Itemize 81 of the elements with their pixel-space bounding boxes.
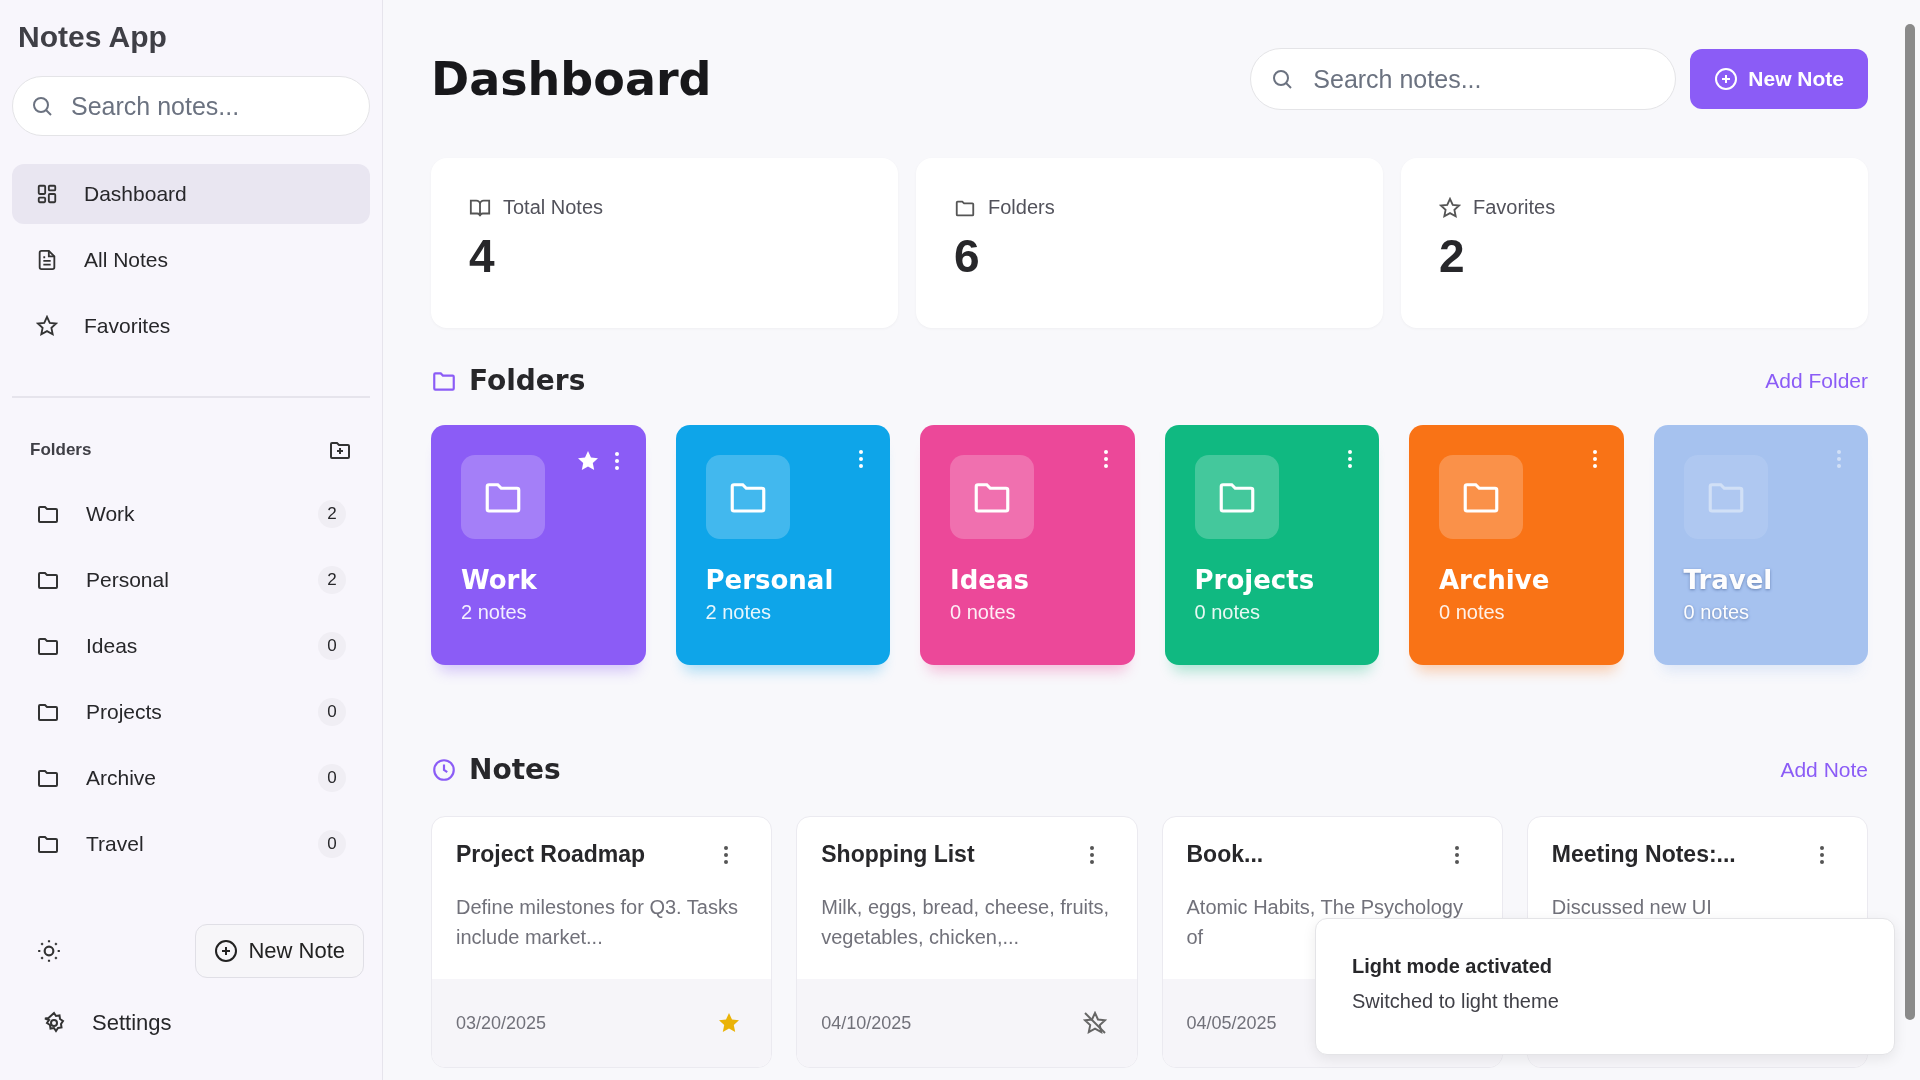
note-preview: Atomic Habits, The Psychology of xyxy=(1186,895,1464,950)
plus-circle-icon xyxy=(1714,67,1739,91)
star-icon xyxy=(36,315,58,337)
folder-item[interactable]: Projects 0 xyxy=(12,684,370,740)
note-count: 0 notes xyxy=(1439,601,1506,624)
stat-label: Folders xyxy=(988,196,1055,219)
more-icon[interactable] xyxy=(1453,844,1460,865)
more-icon[interactable] xyxy=(1819,844,1825,865)
new-note-button[interactable]: New Note xyxy=(1690,49,1868,109)
more-icon[interactable] xyxy=(723,844,730,865)
note-title: Project Roadmap xyxy=(456,841,646,868)
note-title: Meeting Notes:... xyxy=(1551,841,1736,868)
search-icon xyxy=(30,94,54,118)
folder-name: Projects xyxy=(1194,565,1316,595)
toast-title: Light mode activated xyxy=(1352,955,1554,978)
count-badge: 0 xyxy=(318,698,346,726)
folder-item[interactable]: Archive 0 xyxy=(12,750,370,806)
more-icon[interactable] xyxy=(613,451,620,471)
note-count: 0 notes xyxy=(1683,601,1751,624)
count-badge: 0 xyxy=(318,764,346,792)
more-icon[interactable] xyxy=(1102,449,1109,469)
grid-icon xyxy=(36,183,58,205)
folder-name: Travel xyxy=(1683,565,1774,595)
sun-icon[interactable] xyxy=(36,938,62,964)
note-preview: Define milestones for Q3. Tasks include market... xyxy=(456,895,739,950)
star-icon xyxy=(1439,196,1461,219)
stat-value: 2 xyxy=(1439,229,1466,283)
plus-circle-icon xyxy=(214,939,239,963)
note-date: 04/05/2025 xyxy=(1186,1012,1277,1034)
folder-name: Work xyxy=(461,565,538,595)
star-icon[interactable] xyxy=(717,1011,742,1035)
section-label: Folders xyxy=(30,440,92,460)
toast-message: Switched to light theme xyxy=(1352,990,1560,1013)
folder-item[interactable]: Personal 2 xyxy=(12,552,370,608)
folder-name: Ideas xyxy=(950,565,1030,595)
section-title: Notes xyxy=(469,753,561,786)
note-card[interactable]: Project Roadmap Define milestones for Q3. Tasks include market... 03/20/2025 xyxy=(431,816,773,1068)
note-date: 03/20/2025 xyxy=(456,1012,547,1034)
count-badge: 2 xyxy=(318,500,346,528)
folder-name: Personal xyxy=(705,565,835,595)
clock-icon xyxy=(431,756,457,783)
stat-label: Favorites xyxy=(1473,196,1556,219)
app-title: Notes App xyxy=(17,20,168,54)
star-off-icon[interactable] xyxy=(1082,1011,1107,1035)
note-count: 0 notes xyxy=(950,601,1017,624)
count-badge: 2 xyxy=(318,566,346,594)
more-icon[interactable] xyxy=(1088,844,1095,865)
note-count: 2 notes xyxy=(705,601,773,624)
page-title: Dashboard xyxy=(431,52,712,106)
count-badge: 0 xyxy=(318,830,346,858)
nav-item[interactable]: Favorites xyxy=(12,296,370,356)
add-folder-link[interactable]: Add Folder xyxy=(1765,368,1868,393)
add-note-link[interactable]: Add Note xyxy=(1780,757,1868,782)
search-field[interactable]: Search notes... xyxy=(1250,48,1677,110)
note-count: 0 notes xyxy=(1194,601,1262,624)
new-note-button[interactable]: New Note xyxy=(195,924,364,978)
stat-value: 4 xyxy=(469,229,496,283)
folder-item[interactable]: Ideas 0 xyxy=(12,618,370,674)
section-title: Folders xyxy=(469,364,586,397)
note-title: Book... xyxy=(1186,841,1264,868)
nav-item[interactable]: All Notes xyxy=(12,230,370,290)
folder-name: Archive xyxy=(1439,565,1551,595)
settings-icon xyxy=(42,1011,66,1035)
settings-item[interactable]: Settings xyxy=(12,1010,370,1036)
note-date: 04/10/2025 xyxy=(821,1012,912,1034)
note-title: Shopping List xyxy=(821,841,975,868)
folder-item[interactable]: Work 2 xyxy=(12,486,370,542)
folder-item[interactable]: Travel 0 xyxy=(12,816,370,872)
note-preview: Milk, eggs, bread, cheese, fruits, vegetables, chicken,... xyxy=(821,895,1111,950)
document-icon xyxy=(36,249,58,271)
note-preview: Discussed new UI xyxy=(1551,895,1713,920)
folder-card[interactable]: Work 2 notes xyxy=(431,425,646,665)
star-icon[interactable] xyxy=(575,449,600,473)
stat-label: Total Notes xyxy=(503,196,604,219)
search-field[interactable]: Search notes... xyxy=(12,76,370,136)
stat-value: 6 xyxy=(954,229,981,283)
nav-item[interactable]: Dashboard xyxy=(12,164,370,224)
note-count: 2 notes xyxy=(461,601,528,624)
folder-card[interactable]: Ideas 0 notes xyxy=(920,425,1135,665)
note-card[interactable]: Shopping List Milk, eggs, bread, cheese, fruits, vegetables, chicken,... 04/10/2025 xyxy=(796,816,1138,1068)
count-badge: 0 xyxy=(318,632,346,660)
